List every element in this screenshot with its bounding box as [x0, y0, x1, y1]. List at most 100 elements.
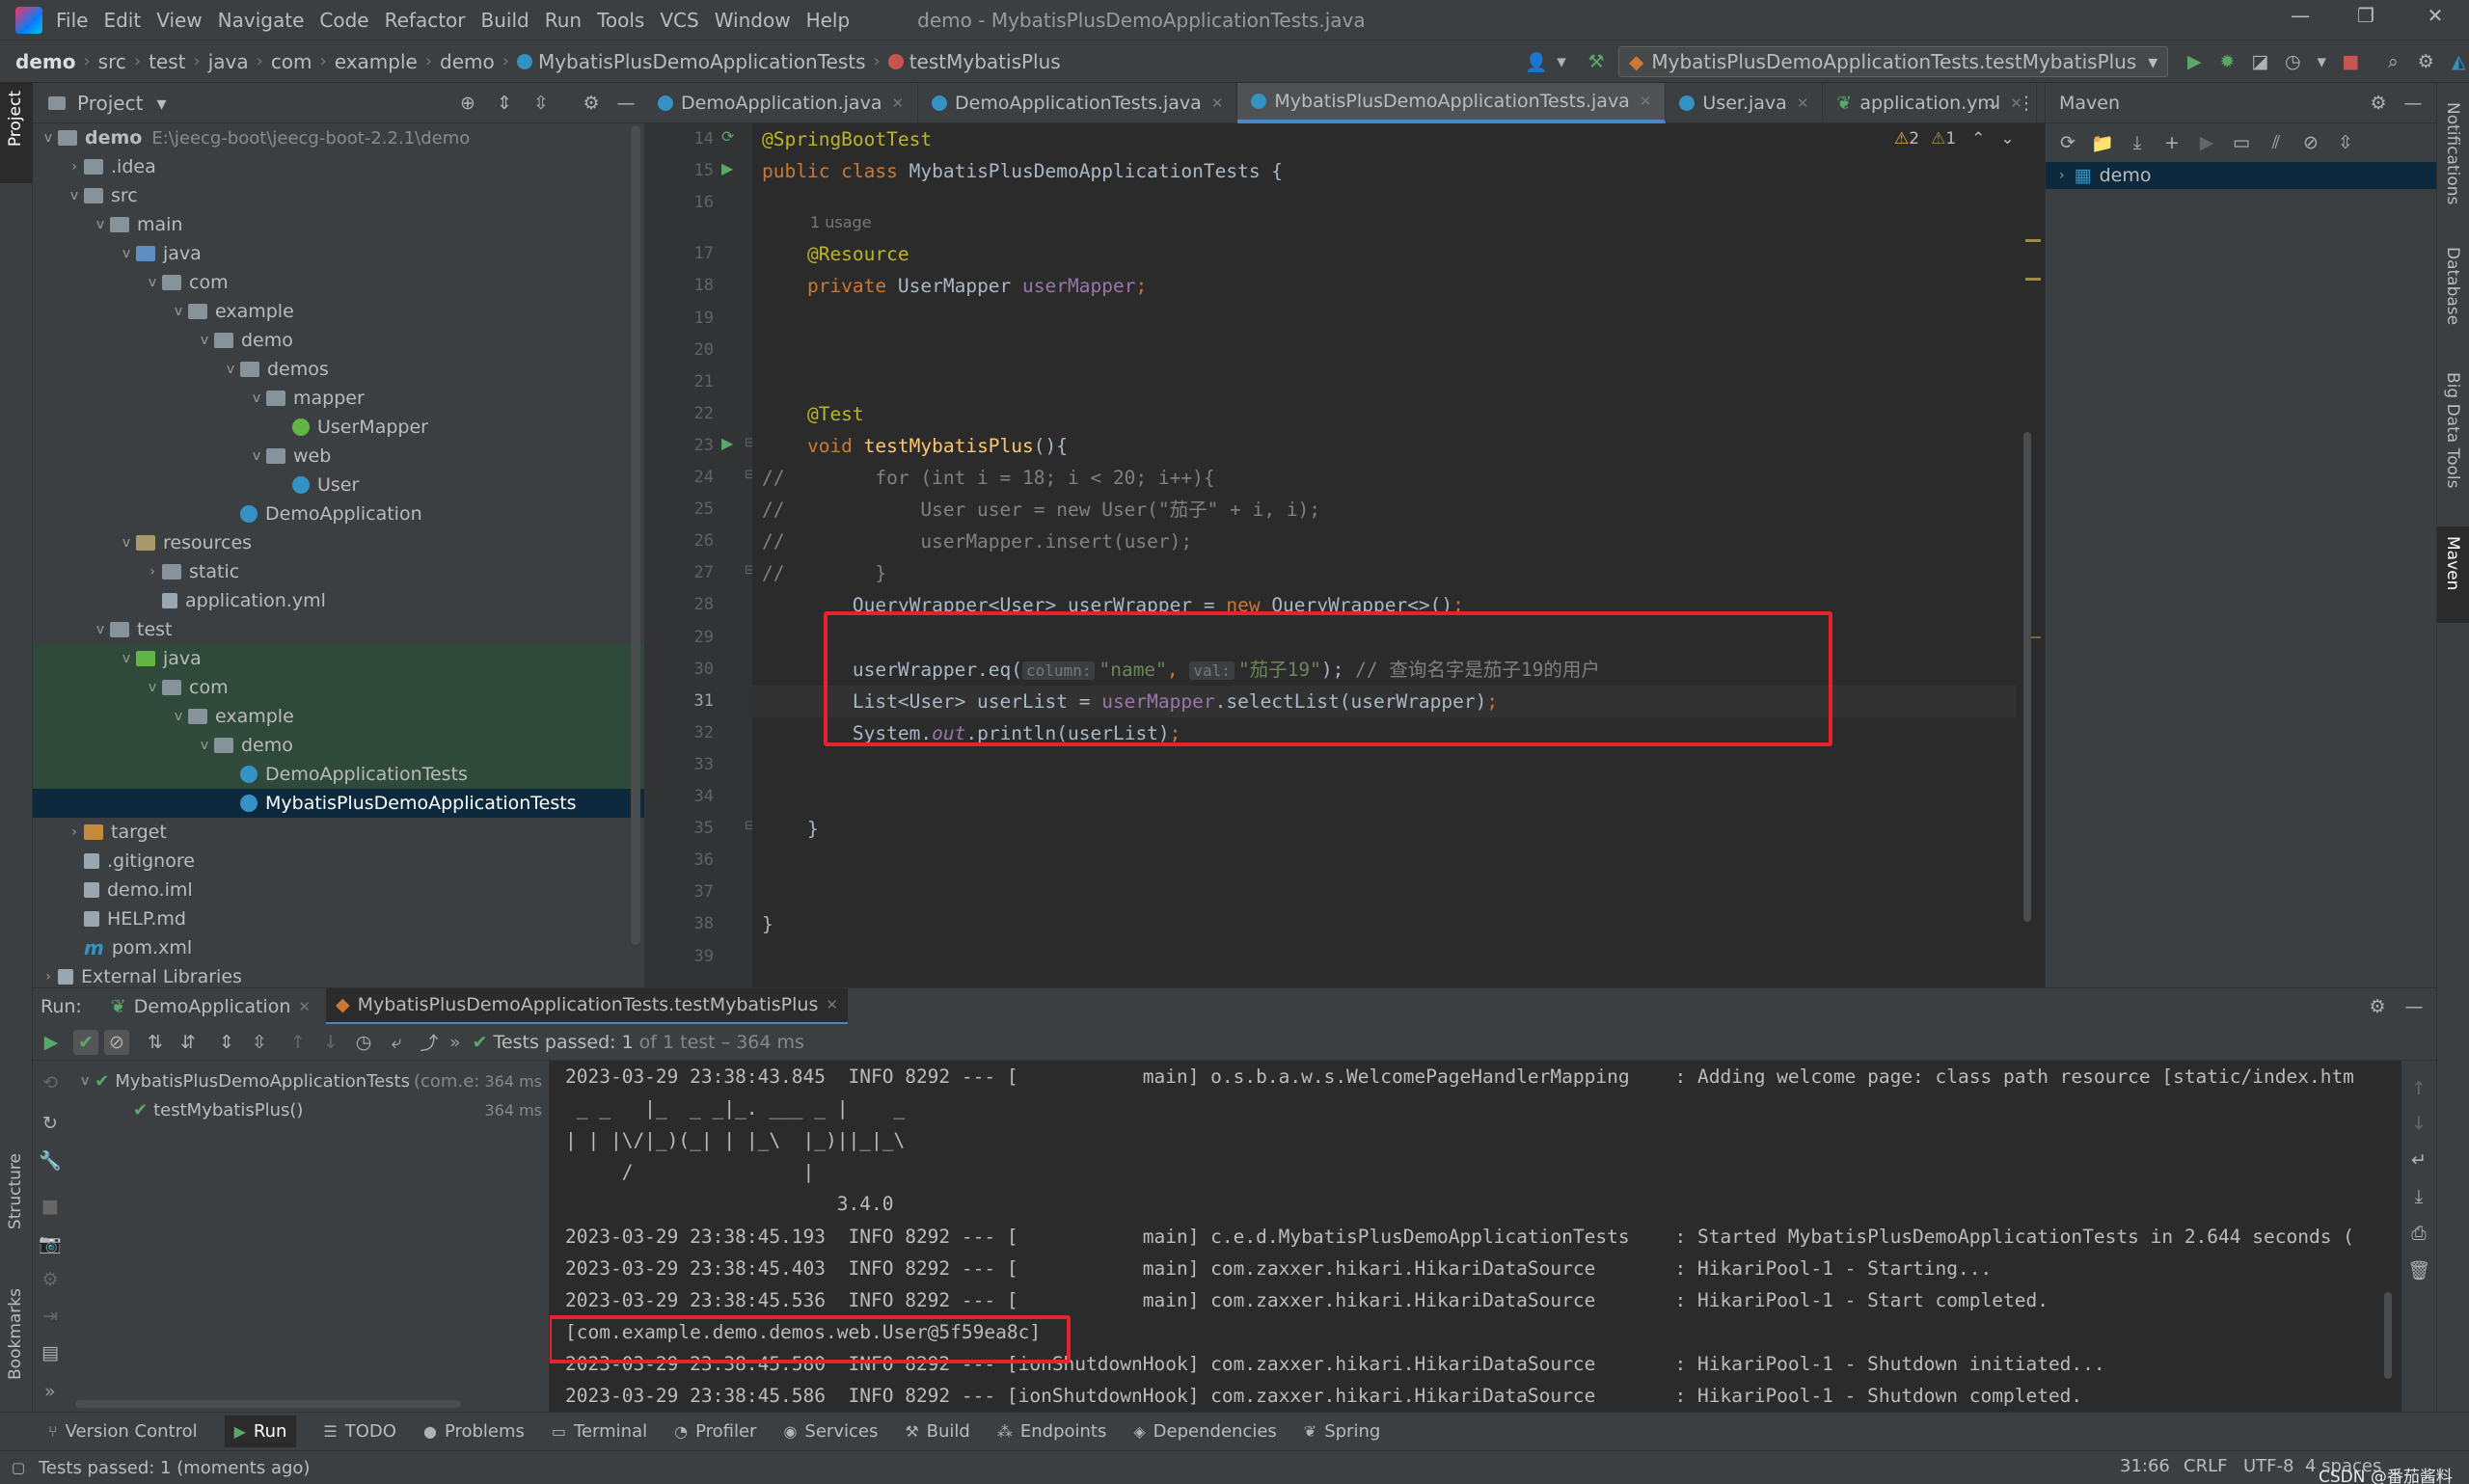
run-icon[interactable]: ▶ [2182, 49, 2207, 74]
expand-all-icon[interactable]: ⇕ [214, 1030, 239, 1055]
export-tests-icon[interactable]: ⤴ [417, 1030, 442, 1055]
rerun-failed-icon[interactable]: ⟲ [38, 1070, 63, 1095]
close-icon[interactable]: ✕ [1211, 94, 1224, 112]
skip-icon[interactable]: ⊘ [2298, 130, 2323, 155]
tool-window-spring[interactable]: ❦ Spring [1304, 1421, 1381, 1442]
run-icon[interactable]: ▶ [2194, 130, 2219, 155]
show-passed-icon[interactable]: ✔ [73, 1029, 98, 1055]
hide-icon[interactable]: — [2401, 994, 2427, 1019]
wrench-icon[interactable]: 🔧 [38, 1147, 63, 1173]
chevron-down-icon[interactable]: v [91, 217, 110, 232]
chevron-down-icon[interactable]: v [39, 130, 58, 146]
soft-wrap-icon[interactable]: ↵ [2406, 1147, 2431, 1173]
next-highlight-icon[interactable]: ⌄ [2000, 129, 2014, 148]
menu-item-code[interactable]: Code [319, 9, 368, 32]
structure-stripe-label[interactable]: Structure [6, 1153, 25, 1229]
chevron-down-icon[interactable]: v [195, 333, 214, 348]
tree-node[interactable]: › External Libraries [33, 962, 644, 987]
tree-node[interactable]: MybatisPlusDemoApplicationTests [33, 789, 644, 818]
chevron-down-icon[interactable]: v [117, 535, 136, 551]
sort-duration-icon[interactable]: ⇵ [176, 1030, 201, 1055]
tool-window-profiler[interactable]: ◔ Profiler [674, 1421, 756, 1442]
tool-window-build[interactable]: ⚒ Build [905, 1421, 970, 1442]
scroll-to-end-icon[interactable]: ⤓ [2406, 1184, 2431, 1209]
database-stripe-label[interactable]: Database [2443, 247, 2462, 325]
editor-scrollbar[interactable] [2023, 162, 2041, 987]
menu-item-navigate[interactable]: Navigate [218, 9, 305, 32]
trash-icon[interactable]: 🗑 [2406, 1257, 2431, 1282]
close-icon[interactable]: ✕ [891, 94, 904, 112]
tree-node[interactable]: m pom.xml [33, 933, 644, 962]
run-tab-demoapplication[interactable]: ❦ DemoApplication ✕ [101, 988, 320, 1025]
close-icon[interactable]: ✕ [1797, 94, 1809, 112]
chevron-down-icon[interactable]: v [169, 304, 188, 319]
code-editor[interactable]: ⚠ 2 ⚠ 1 ⌃ ⌄ 1 usage @SpringBootTest public c… [752, 123, 2045, 987]
breadcrumb-item[interactable]: example [335, 50, 418, 73]
editor-tab[interactable]: MybatisPlusDemoApplicationTests.java ✕ [1237, 82, 1667, 123]
chevron-down-icon[interactable]: v [247, 448, 266, 464]
run-configuration-select[interactable]: ◆ MybatisPlusDemoApplicationTests.testMy… [1618, 46, 2169, 77]
tree-node[interactable]: v demo E:\jeecg-boot\jeecg-boot-2.2.1\demo [33, 123, 644, 152]
project-panel-title[interactable]: Project [77, 92, 143, 115]
gear-icon[interactable]: ⚙ [579, 91, 604, 116]
tool-windows-icon[interactable]: ▢ [6, 1455, 31, 1480]
tree-node[interactable]: › target [33, 818, 644, 847]
chevron-down-icon[interactable]: v [91, 622, 110, 637]
tool-window-dependencies[interactable]: ◈ Dependencies [1133, 1421, 1276, 1442]
tool-window-problems[interactable]: ● Problems [423, 1421, 525, 1442]
chevron-down-icon[interactable]: v [169, 709, 188, 724]
menu-item-edit[interactable]: Edit [103, 9, 141, 32]
stop-icon[interactable]: ■ [2338, 49, 2363, 74]
import-tests-icon[interactable]: ⤶ [384, 1030, 409, 1055]
tool-window-todo[interactable]: ☰ TODO [323, 1421, 396, 1442]
chevron-down-icon[interactable]: ▾ [2309, 49, 2334, 74]
add-maven-project-icon[interactable]: 📁 [2090, 130, 2115, 155]
tree-node[interactable]: v mapper [33, 384, 644, 413]
caret-position[interactable]: 31:66 [2120, 1456, 2170, 1476]
chevron-down-icon[interactable]: v [221, 362, 240, 377]
history-icon[interactable]: ◷ [351, 1030, 376, 1055]
add-icon[interactable]: + [2159, 130, 2184, 155]
tree-node[interactable]: v src [33, 181, 644, 210]
reload-icon[interactable]: ⟳ [2055, 130, 2080, 155]
tree-node[interactable]: v java [33, 644, 644, 673]
chevron-right-icon[interactable]: › [39, 969, 58, 985]
editor-tab[interactable]: User.java ✕ [1666, 82, 1824, 123]
notifications-stripe-label[interactable]: Notifications [2443, 102, 2462, 204]
breadcrumb-item[interactable]: src [98, 50, 126, 73]
tree-node[interactable]: v com [33, 268, 644, 297]
coverage-icon[interactable]: ◪ [2247, 49, 2272, 74]
tool-window-endpoints[interactable]: ⁂ Endpoints [997, 1421, 1107, 1442]
test-case-row[interactable]: ✔ testMybatisPlus() 364 ms [68, 1095, 550, 1124]
bookmarks-stripe-label[interactable]: Bookmarks [6, 1288, 25, 1380]
chevron-down-icon[interactable]: v [117, 651, 136, 666]
tree-node[interactable]: .gitignore [33, 847, 644, 876]
run-gutter-icon[interactable]: ▶ [721, 434, 733, 452]
jetbrains-toolbox-icon[interactable]: ◭ [2446, 49, 2469, 74]
chevron-down-icon[interactable]: ⌄ [1981, 91, 2006, 116]
toggle-offline-icon[interactable]: ▭ [2229, 130, 2254, 155]
tree-node[interactable]: v resources [33, 528, 644, 557]
big-data-tools-stripe-label[interactable]: Big Data Tools [2443, 372, 2462, 488]
download-icon[interactable]: ⤓ [2125, 130, 2150, 155]
line-separator[interactable]: CRLF [2184, 1456, 2227, 1476]
tree-node[interactable]: v com [33, 673, 644, 702]
menu-item-file[interactable]: File [56, 9, 88, 32]
toggle-auto-test-icon[interactable]: ↻ [38, 1111, 63, 1136]
run-gutter-icon[interactable]: ▶ [721, 159, 733, 177]
gear-icon[interactable]: ⚙ [2413, 49, 2438, 74]
hide-icon[interactable]: — [2401, 91, 2426, 116]
user-icon[interactable]: 👤 [1524, 49, 1549, 74]
project-scrollbar[interactable] [631, 125, 640, 945]
previous-failed-icon[interactable]: ↑ [285, 1030, 311, 1055]
minimize-icon[interactable]: — [2276, 4, 2324, 37]
previous-highlight-icon[interactable]: ⌃ [1971, 129, 1985, 148]
show-ignored-icon[interactable]: ⊘ [104, 1029, 129, 1055]
menu-item-view[interactable]: View [156, 9, 202, 32]
tool-window-terminal[interactable]: ▭ Terminal [552, 1421, 647, 1442]
tree-node[interactable]: v example [33, 702, 644, 731]
chevron-down-icon[interactable]: v [195, 738, 214, 753]
chevron-down-icon[interactable]: v [143, 275, 162, 290]
tree-node[interactable]: DemoApplication [33, 499, 644, 528]
collapse-all-icon[interactable]: ⇳ [247, 1030, 272, 1055]
